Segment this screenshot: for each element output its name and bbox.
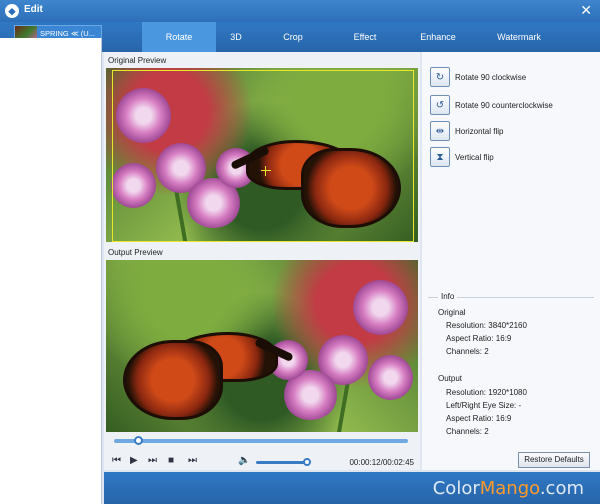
output-aspect-ratio: Aspect Ratio: 16:9 <box>446 414 512 423</box>
original-preview <box>106 68 418 242</box>
rotate-counterclockwise-label: Rotate 90 counterclockwise <box>455 100 553 110</box>
rotate-clockwise-label: Rotate 90 clockwise <box>455 72 527 82</box>
volume-icon[interactable]: 🔈 <box>238 455 250 466</box>
horizontal-flip-icon: ⇹ <box>430 121 450 141</box>
vertical-flip-label: Vertical flip <box>455 152 494 162</box>
app-logo-icon: ◆ <box>5 4 19 18</box>
seek-bar[interactable] <box>114 436 408 445</box>
crop-center-marker[interactable] <box>261 166 271 176</box>
player-controls: ⏮ ▶ ⏭ ■ ⏭ 🔈 00:00:12/00:02:45 <box>104 452 420 470</box>
info-heading: Info <box>438 292 458 301</box>
tab-3d[interactable]: 3D <box>216 22 256 52</box>
file-name: SPRING ≪ (U... <box>40 28 95 38</box>
bottom-bar: ColorMango.com <box>104 472 600 504</box>
horizontal-flip-button[interactable]: ⇹ Horizontal flip <box>430 120 503 142</box>
output-channels: Channels: 2 <box>446 427 489 436</box>
butterfly-image <box>106 68 418 242</box>
original-channels: Channels: 2 <box>446 347 489 356</box>
output-heading: Output <box>438 374 463 383</box>
stop-icon[interactable]: ■ <box>168 455 174 466</box>
play-icon[interactable]: ▶ <box>130 455 138 466</box>
vertical-flip-icon: ⧗ <box>430 147 450 167</box>
next-frame-icon[interactable]: ⏭ <box>148 455 157 466</box>
butterfly-image-mirrored <box>106 260 418 432</box>
info-group: Info Original Resolution: 3840*2160 Aspe… <box>428 292 594 452</box>
output-preview <box>106 260 418 432</box>
output-eye-size: Left/Right Eye Size: - <box>446 401 522 410</box>
tab-crop[interactable]: Crop <box>268 22 318 52</box>
tab-effect[interactable]: Effect <box>340 22 390 52</box>
original-aspect-ratio: Aspect Ratio: 16:9 <box>446 334 512 343</box>
rotate-options-panel: ↻ Rotate 90 clockwise ↺ Rotate 90 counte… <box>422 52 600 470</box>
preview-panel: Original Preview Output Preview ⏮ ▶ ⏭ ■ … <box>104 52 420 470</box>
seek-handle[interactable] <box>133 436 143 445</box>
vertical-flip-button[interactable]: ⧗ Vertical flip <box>430 146 494 168</box>
rotate-clockwise-icon: ↻ <box>430 67 450 87</box>
original-preview-label: Original Preview <box>108 56 167 65</box>
tab-enhance[interactable]: Enhance <box>408 22 468 52</box>
output-resolution: Resolution: 1920*1080 <box>446 388 527 397</box>
title-bar: ◆ Edit ✕ <box>0 0 600 22</box>
horizontal-flip-label: Horizontal flip <box>455 126 504 136</box>
window-title: Edit <box>24 4 43 15</box>
original-resolution: Resolution: 3840*2160 <box>446 321 527 330</box>
rotate-counterclockwise-icon: ↺ <box>430 95 450 115</box>
output-preview-label: Output Preview <box>108 248 163 257</box>
volume-handle[interactable] <box>303 458 311 466</box>
watermark: ColorMango.com <box>432 478 584 499</box>
original-heading: Original <box>438 308 466 317</box>
playback-time: 00:00:12/00:02:45 <box>349 458 414 467</box>
end-icon[interactable]: ⏭ <box>188 455 197 466</box>
previous-frame-icon[interactable]: ⏮ <box>112 455 121 466</box>
close-icon[interactable]: ✕ <box>580 2 592 18</box>
tab-watermark[interactable]: Watermark <box>488 22 550 52</box>
file-list-panel <box>0 38 102 504</box>
volume-slider[interactable] <box>256 458 311 466</box>
restore-defaults-button[interactable]: Restore Defaults <box>518 452 590 468</box>
rotate-clockwise-button[interactable]: ↻ Rotate 90 clockwise <box>430 66 526 88</box>
rotate-counterclockwise-button[interactable]: ↺ Rotate 90 counterclockwise <box>430 94 553 116</box>
tab-rotate[interactable]: Rotate <box>142 22 216 52</box>
